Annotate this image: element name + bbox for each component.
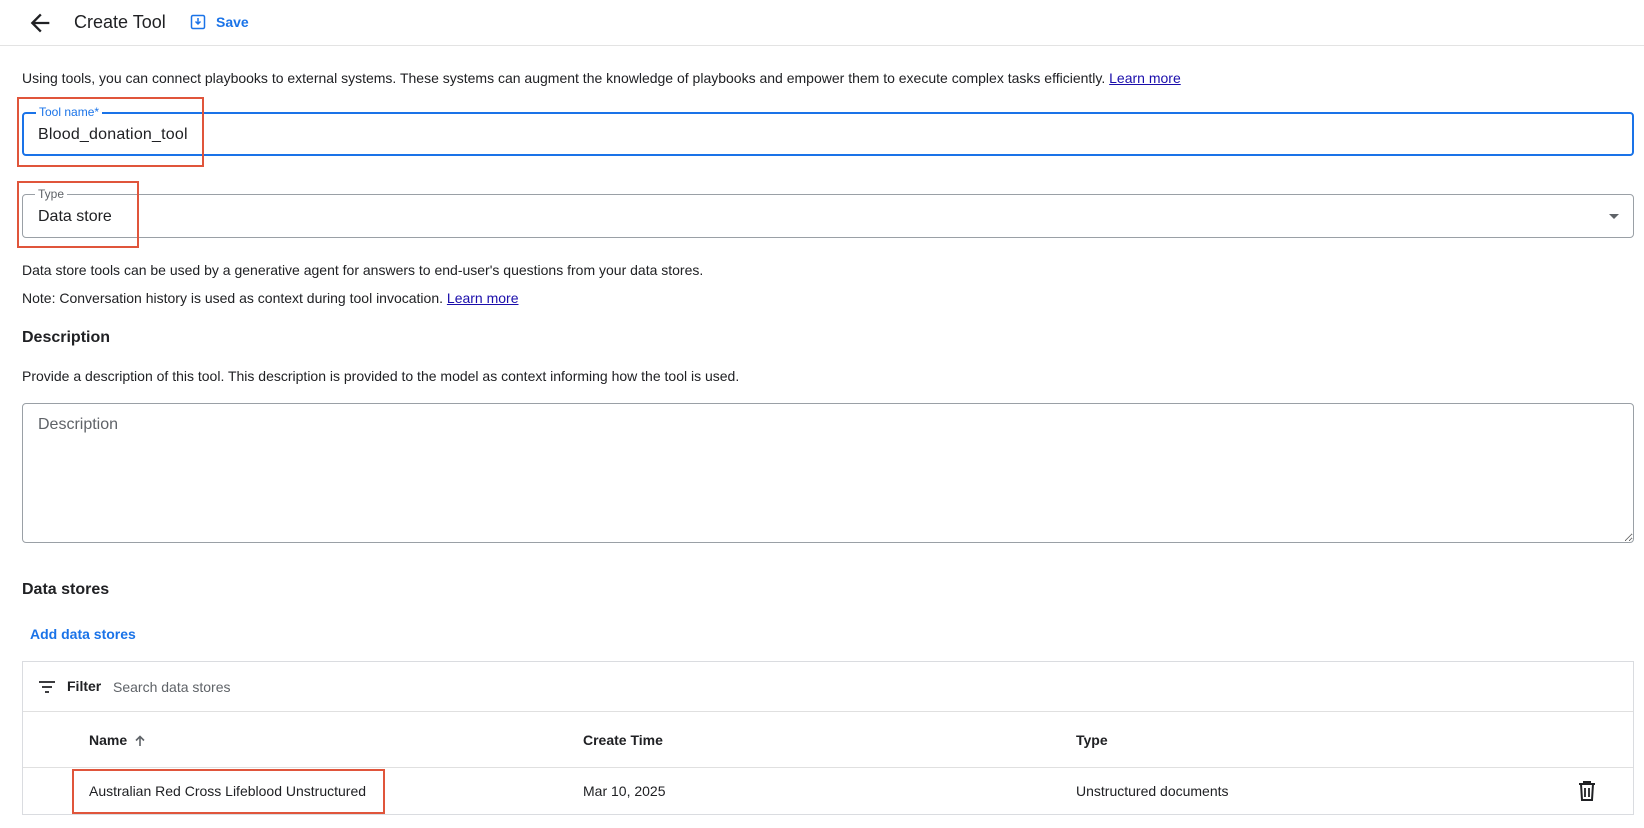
delete-row-button[interactable] xyxy=(1576,779,1598,803)
table-header: Name Create Time Type xyxy=(23,711,1633,768)
save-label: Save xyxy=(216,14,249,30)
tool-name-value[interactable]: Blood_donation_tool xyxy=(38,124,188,146)
type-select[interactable]: Type Data store xyxy=(22,187,1634,238)
delete-icon xyxy=(1579,781,1595,801)
column-header-name[interactable]: Name xyxy=(89,731,147,749)
description-help-text: Provide a description of this tool. This… xyxy=(22,368,740,384)
filter-label: Filter xyxy=(67,678,102,694)
table-row[interactable]: Australian Red Cross Lifeblood Unstructu… xyxy=(23,767,1633,815)
note-text: Note: Conversation history is used as co… xyxy=(22,288,519,308)
intro-text: Using tools, you can connect playbooks t… xyxy=(22,68,1181,88)
note-learn-more-link[interactable]: Learn more xyxy=(447,290,519,306)
data-stores-table: Filter Name Create Time Type Australian … xyxy=(22,661,1634,815)
column-header-create-time[interactable]: Create Time xyxy=(583,731,663,749)
filter-bar: Filter xyxy=(23,662,1633,712)
column-name-label: Name xyxy=(89,732,128,748)
data-stores-heading: Data stores xyxy=(22,581,110,598)
description-textarea[interactable] xyxy=(22,403,1634,543)
row-name: Australian Red Cross Lifeblood Unstructu… xyxy=(89,783,367,799)
top-toolbar: Create Tool Save xyxy=(0,0,1644,46)
save-button[interactable]: Save xyxy=(190,11,249,33)
intro-learn-more-link[interactable]: Learn more xyxy=(1109,70,1181,86)
arrow-back-icon xyxy=(30,13,50,33)
add-data-stores-button[interactable]: Add data stores xyxy=(30,624,136,644)
save-icon xyxy=(190,14,206,30)
row-type: Unstructured documents xyxy=(1076,783,1229,799)
filter-icon[interactable] xyxy=(37,677,57,697)
type-help-text: Data store tools can be used by a genera… xyxy=(22,262,704,278)
page-title: Create Tool xyxy=(74,12,166,32)
row-create-time: Mar 10, 2025 xyxy=(583,783,666,799)
description-heading: Description xyxy=(22,329,111,346)
intro-body: Using tools, you can connect playbooks t… xyxy=(22,70,1106,86)
search-data-stores-input[interactable] xyxy=(111,674,715,700)
type-value: Data store xyxy=(38,208,112,225)
type-label: Type xyxy=(35,187,68,201)
note-body: Note: Conversation history is used as co… xyxy=(22,290,444,306)
column-header-type[interactable]: Type xyxy=(1076,731,1108,749)
sort-arrow-up-icon[interactable] xyxy=(133,734,147,748)
dropdown-arrow-icon[interactable] xyxy=(1609,214,1619,219)
back-button[interactable] xyxy=(26,9,54,37)
tool-name-label: Tool name* xyxy=(36,105,103,119)
tool-name-field[interactable]: Tool name* Blood_donation_tool xyxy=(22,105,1634,156)
